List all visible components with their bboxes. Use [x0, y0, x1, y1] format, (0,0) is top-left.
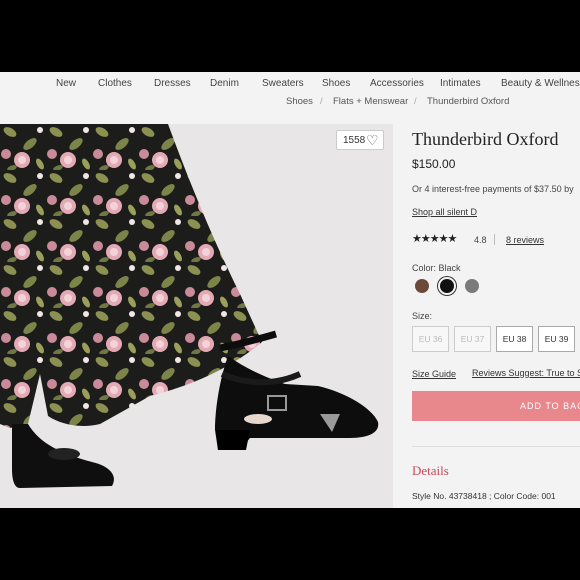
size-guide-link[interactable]: Size Guide [412, 369, 456, 379]
color-swatch-brown[interactable] [415, 279, 429, 293]
product-title: Thunderbird Oxford [412, 129, 559, 149]
nav-item-dresses[interactable]: Dresses [154, 78, 191, 89]
color-swatch-gray[interactable] [465, 279, 479, 293]
size-option-eu37[interactable]: EU 37 [454, 326, 491, 352]
reviews-suggest-link[interactable]: Reviews Suggest: True to Siz [472, 368, 580, 378]
divider [494, 234, 495, 245]
breadcrumb-separator: / [320, 96, 323, 107]
breadcrumb: Shoes / Flats + Menswear / Thunderbird O… [0, 96, 580, 110]
style-info: Style No. 43738418 ; Color Code: 001 [412, 491, 556, 501]
rating-value: 4.8 [474, 235, 487, 245]
size-label: Size: [412, 311, 433, 321]
product-price: $150.00 [412, 157, 456, 171]
star-rating-icon: ★★★★★ [412, 233, 457, 245]
size-option-eu36[interactable]: EU 36 [412, 326, 449, 352]
installments-text: Or 4 interest-free payments of $37.50 by [412, 184, 574, 194]
color-label: Color: Black [412, 263, 461, 273]
color-swatch-black[interactable] [440, 279, 454, 293]
nav-item-denim[interactable]: Denim [210, 78, 239, 89]
product-photo-illustration [0, 124, 393, 508]
nav-item-intimates[interactable]: Intimates [440, 78, 481, 89]
heart-icon: ♡ [366, 132, 379, 148]
top-nav: New Clothes Dresses Denim Sweaters Shoes… [0, 72, 580, 94]
product-photo[interactable] [0, 124, 393, 508]
size-option-eu38[interactable]: EU 38 [496, 326, 533, 352]
breadcrumb-flats-menswear[interactable]: Flats + Menswear [333, 96, 408, 107]
details-heading[interactable]: Details [412, 463, 449, 479]
product-info-panel: Thunderbird Oxford $150.00 Or 4 interest… [412, 124, 580, 508]
divider [412, 446, 580, 447]
nav-item-sweaters[interactable]: Sweaters [262, 78, 304, 89]
add-to-bag-button[interactable]: ADD TO BAG [412, 391, 580, 421]
nav-item-shoes[interactable]: Shoes [322, 78, 350, 89]
reviews-link[interactable]: 8 reviews [506, 235, 544, 245]
nav-item-new[interactable]: New [56, 78, 76, 89]
browser-screen: New Clothes Dresses Denim Sweaters Shoes… [0, 72, 580, 508]
breadcrumb-shoes[interactable]: Shoes [286, 96, 313, 107]
breadcrumb-separator: / [414, 96, 417, 107]
size-option-eu39[interactable]: EU 39 [538, 326, 575, 352]
nav-item-beauty-wellness[interactable]: Beauty & Wellness [501, 78, 580, 89]
nav-item-accessories[interactable]: Accessories [370, 78, 424, 89]
shop-all-link[interactable]: Shop all silent D [412, 207, 477, 217]
nav-item-clothes[interactable]: Clothes [98, 78, 132, 89]
like-count: 1558 [343, 135, 366, 146]
like-button[interactable]: 1558 ♡ [336, 130, 384, 150]
breadcrumb-current: Thunderbird Oxford [427, 96, 510, 107]
